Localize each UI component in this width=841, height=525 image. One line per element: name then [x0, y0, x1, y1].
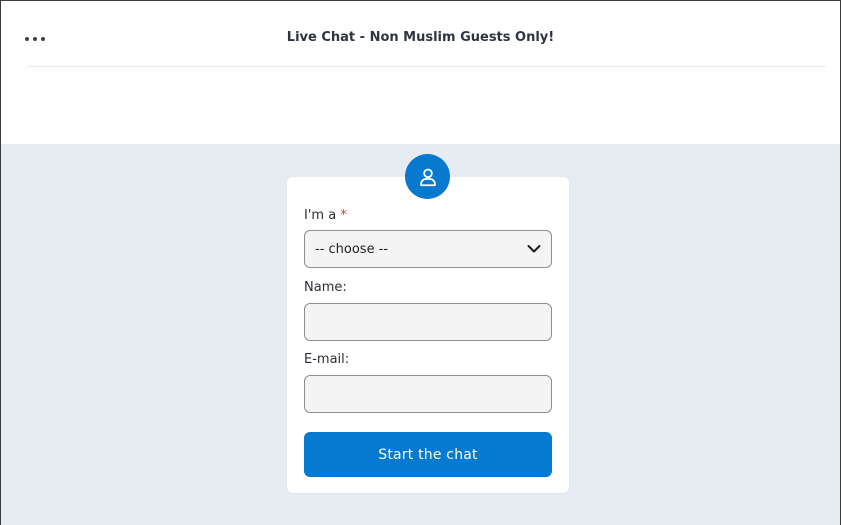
name-label: Name:	[304, 280, 347, 295]
chat-window: Live Chat - Non Muslim Guests Only! I'm …	[0, 0, 841, 525]
user-icon	[405, 154, 450, 199]
chat-title: Live Chat - Non Muslim Guests Only!	[286, 30, 555, 45]
role-select[interactable]: -- choose --	[304, 230, 552, 268]
role-label-text: I'm a	[304, 208, 337, 223]
email-input[interactable]	[304, 375, 552, 413]
role-label: I'm a *	[304, 208, 347, 223]
role-select-value: -- choose --	[315, 241, 389, 257]
chat-header: Live Chat - Non Muslim Guests Only!	[1, 1, 840, 144]
chevron-down-icon	[527, 245, 541, 253]
required-marker: *	[340, 208, 347, 223]
header-divider	[27, 66, 826, 67]
name-input[interactable]	[304, 303, 552, 341]
email-label: E-mail:	[304, 352, 350, 367]
start-chat-button[interactable]: Start the chat	[304, 432, 552, 477]
